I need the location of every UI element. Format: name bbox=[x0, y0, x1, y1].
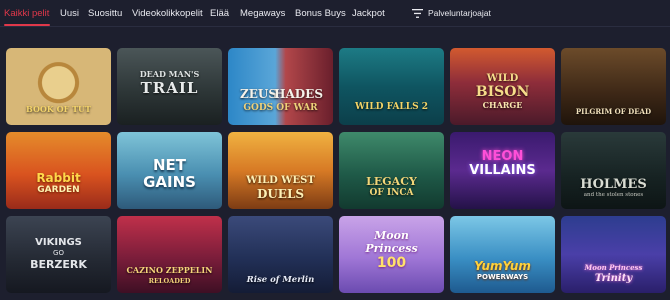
game-logo: BERZERK bbox=[30, 258, 87, 271]
game-logo: GAINS bbox=[143, 173, 196, 191]
game-grid: BOOK OF TUT DEAD MAN'S TRAIL ZEUS HADES … bbox=[6, 48, 666, 300]
tab-popular[interactable]: Suosittu bbox=[88, 8, 122, 19]
game-logo: WILD FALLS 2 bbox=[355, 102, 428, 112]
game-logo-top: Rabbit bbox=[36, 171, 81, 185]
game-logo-top: LEGACY bbox=[366, 175, 417, 188]
tab-megaways[interactable]: Megaways bbox=[240, 8, 285, 19]
filter-lines-icon bbox=[412, 8, 423, 18]
tab-new[interactable]: Uusi bbox=[60, 8, 79, 19]
game-logo: POWERWAYS bbox=[476, 273, 529, 281]
game-tile[interactable]: Moon Princess Trinity bbox=[561, 216, 666, 293]
game-logo-top: YumYum bbox=[474, 259, 531, 273]
game-tile[interactable]: DEAD MAN'S TRAIL bbox=[117, 48, 222, 125]
nav-divider bbox=[0, 26, 670, 27]
game-logo: RELOADED bbox=[148, 277, 191, 285]
game-tile[interactable]: Moon Princess 100 bbox=[339, 216, 444, 293]
game-tile[interactable]: NET GAINS bbox=[117, 132, 222, 209]
tab-bonus-buys[interactable]: Bonus Buys bbox=[295, 8, 346, 19]
tab-video-slots[interactable]: Videokolikkopelit bbox=[132, 8, 203, 19]
game-logo-mid: GO bbox=[53, 249, 64, 257]
game-logo: GODS OF WAR bbox=[243, 103, 318, 113]
game-tile[interactable]: WILD WEST DUELS bbox=[228, 132, 333, 209]
game-tile[interactable]: YumYum POWERWAYS bbox=[450, 216, 555, 293]
game-tile[interactable]: Rise of Merlin bbox=[228, 216, 333, 293]
game-logo-subtitle: and the stolen stones bbox=[583, 192, 644, 198]
tab-all-games[interactable]: Kaikki pelit bbox=[4, 8, 49, 19]
game-logo-top: WILD WEST bbox=[246, 175, 315, 186]
game-logo: TRAIL bbox=[140, 79, 199, 97]
provider-filter-label: Palveluntarjoajat bbox=[428, 8, 491, 18]
game-tile[interactable]: WILD FALLS 2 bbox=[339, 48, 444, 125]
game-logo: 100 bbox=[376, 255, 407, 271]
game-logo: VILLAINS bbox=[469, 163, 536, 178]
game-logo: PILGRIM OF DEAD bbox=[575, 107, 652, 116]
game-logo-top: NET bbox=[152, 156, 187, 174]
game-tile[interactable]: CAZINO ZEPPELIN RELOADED bbox=[117, 216, 222, 293]
game-logo-top: Moon bbox=[374, 229, 409, 242]
tab-live[interactable]: Elää bbox=[210, 8, 229, 19]
provider-filter-button[interactable]: Palveluntarjoajat bbox=[412, 8, 491, 18]
game-logo: HOLMES bbox=[580, 177, 647, 192]
game-logo-top: WILD bbox=[486, 73, 519, 84]
game-tile[interactable]: BOOK OF TUT bbox=[6, 48, 111, 125]
game-tile[interactable]: Rabbit GARDEN bbox=[6, 132, 111, 209]
tab-jackpot[interactable]: Jackpot bbox=[352, 8, 385, 19]
game-tile[interactable]: VIKINGS GO BERZERK bbox=[6, 216, 111, 293]
game-tile[interactable]: WILD BISON CHARGE bbox=[450, 48, 555, 125]
game-logo: Trinity bbox=[594, 273, 633, 284]
game-logo-top: DEAD MAN'S bbox=[139, 69, 200, 79]
game-tile[interactable]: PILGRIM OF DEAD bbox=[561, 48, 666, 125]
game-logo-mid: HADES bbox=[274, 87, 323, 101]
game-tile[interactable]: LEGACY OF INCA bbox=[339, 132, 444, 209]
game-logo: DUELS bbox=[256, 187, 305, 201]
game-logo-mid: BISON bbox=[475, 84, 530, 100]
game-logo-mid: Princess bbox=[365, 242, 418, 255]
game-logo: Rise of Merlin bbox=[246, 275, 315, 285]
game-thumbnail bbox=[339, 48, 444, 125]
game-logo: BOOK OF TUT bbox=[26, 104, 91, 114]
category-nav: Kaikki pelit Uusi Suosittu Videokolikkop… bbox=[0, 0, 670, 34]
game-tile[interactable]: HOLMES and the stolen stones bbox=[561, 132, 666, 209]
game-logo: OF INCA bbox=[369, 188, 414, 198]
game-logo: GARDEN bbox=[37, 185, 80, 195]
game-logo-top: VIKINGS bbox=[35, 237, 82, 248]
game-tile[interactable]: ZEUS HADES GODS OF WAR bbox=[228, 48, 333, 125]
game-tile[interactable]: NEON VILLAINS bbox=[450, 132, 555, 209]
game-logo-top: Moon Princess bbox=[584, 263, 643, 272]
game-logo: CHARGE bbox=[482, 100, 523, 110]
game-thumbnail bbox=[450, 216, 555, 293]
game-logo-top: CAZINO ZEPPELIN bbox=[126, 265, 213, 275]
game-logo-top: NEON bbox=[481, 149, 524, 164]
